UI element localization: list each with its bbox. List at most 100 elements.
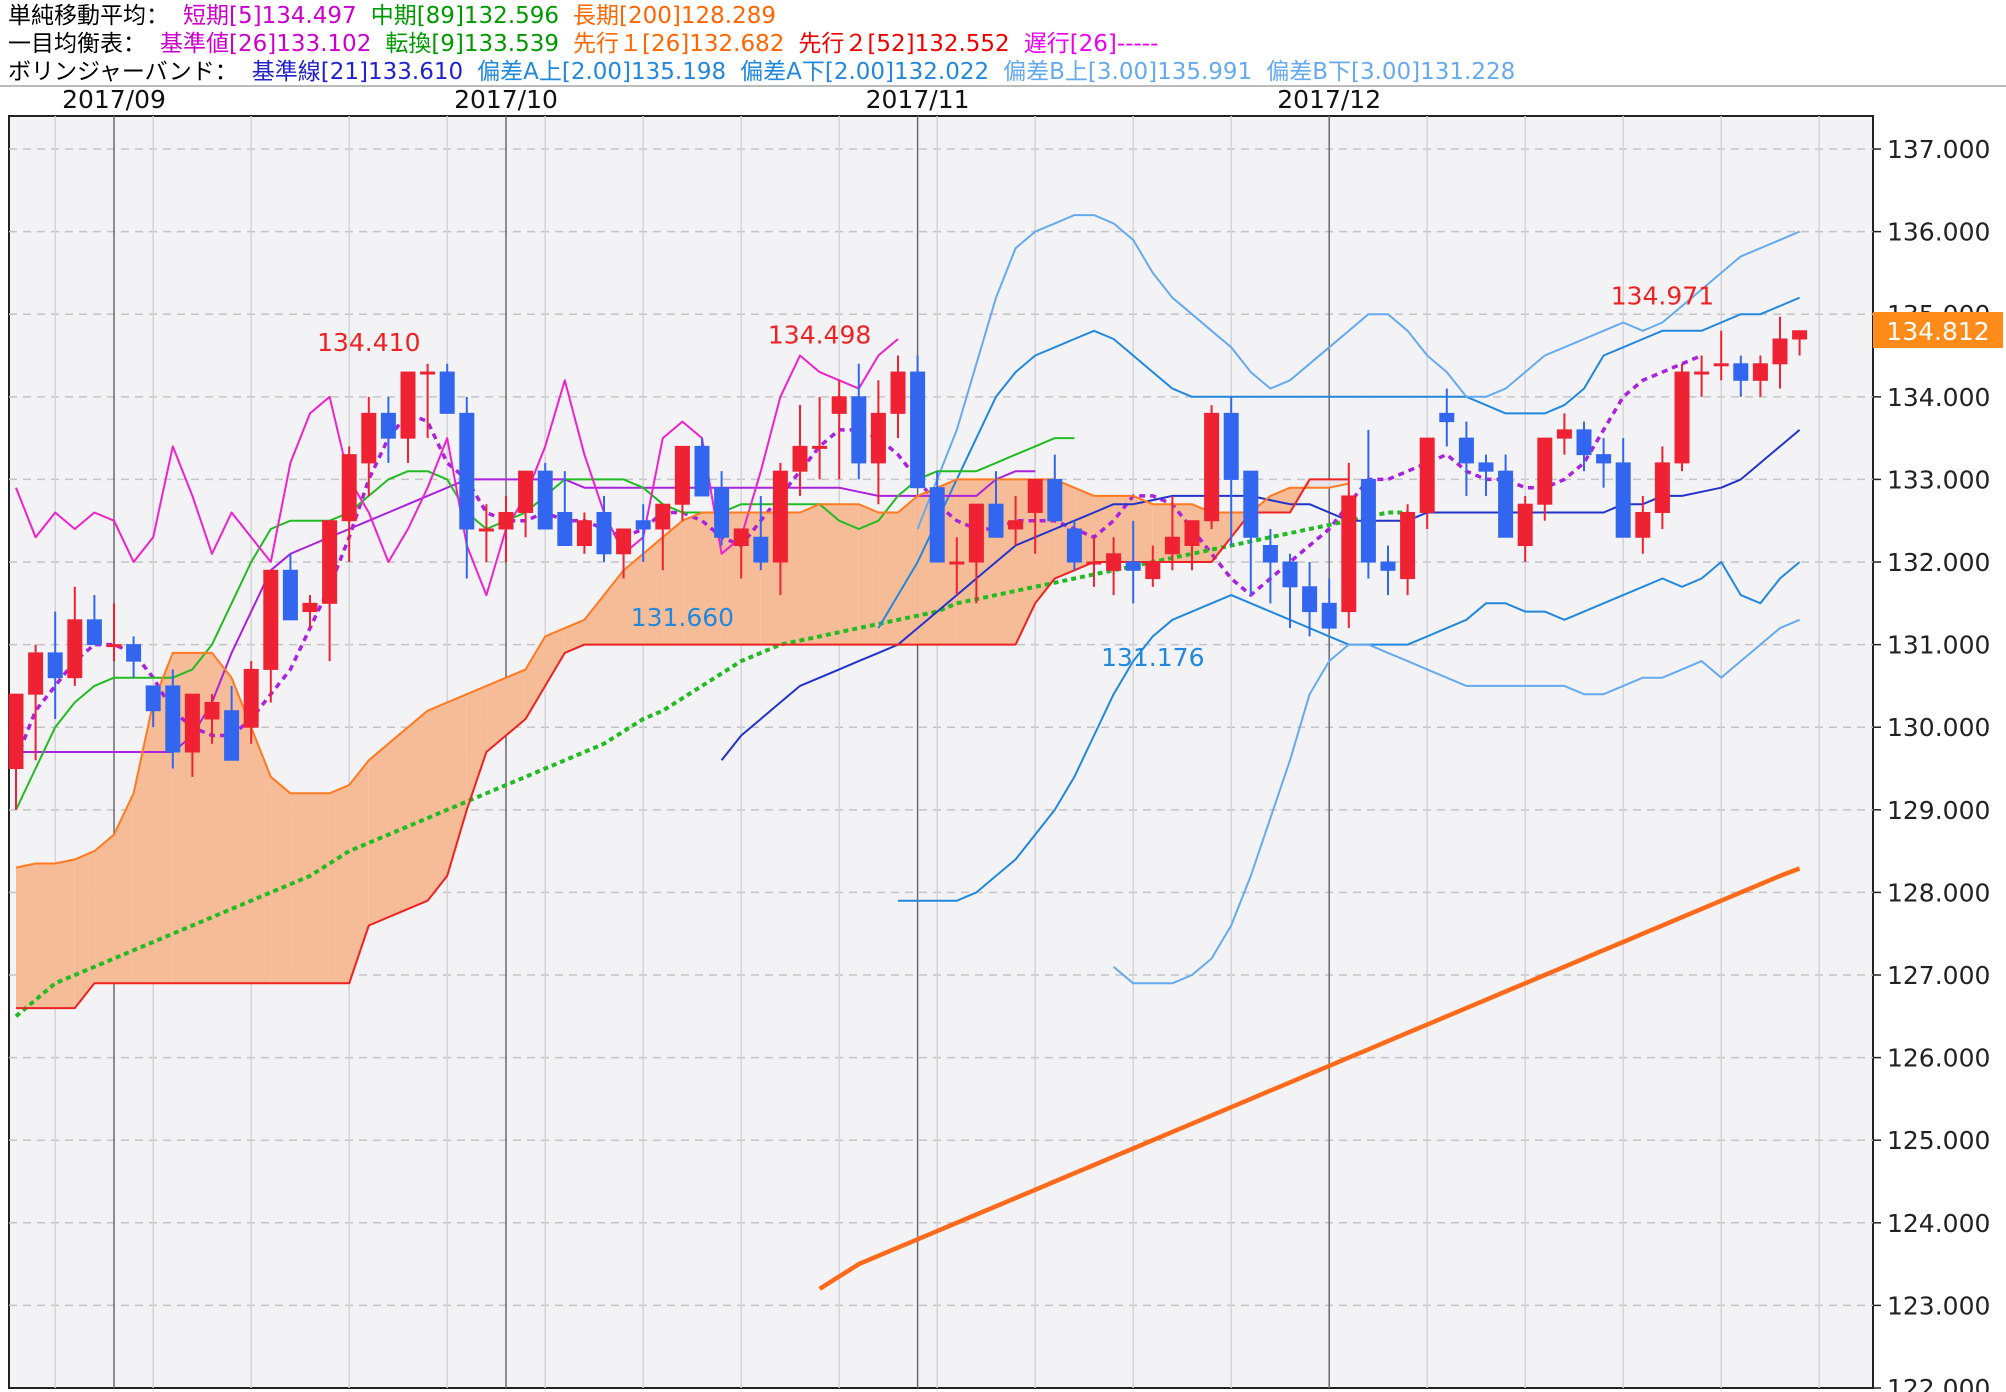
candle-body bbox=[674, 445, 690, 505]
candle-body bbox=[1262, 545, 1278, 563]
cloud-segment bbox=[819, 504, 840, 645]
cloud-segment bbox=[408, 710, 428, 909]
candle-body bbox=[459, 412, 475, 530]
candle-body bbox=[322, 520, 338, 604]
candle-body bbox=[380, 412, 396, 439]
cloud-segment bbox=[1309, 479, 1330, 488]
y-tick-label: 124.000 bbox=[1887, 1209, 1990, 1238]
candle-body bbox=[949, 561, 965, 565]
candle-body bbox=[1772, 338, 1788, 365]
cloud-segment bbox=[898, 495, 918, 645]
candle-body bbox=[341, 454, 357, 522]
candle-body bbox=[106, 644, 122, 648]
candle-body bbox=[655, 503, 671, 530]
candle-body bbox=[400, 371, 416, 439]
y-tick-label: 122.000 bbox=[1887, 1374, 1990, 1392]
candle-body bbox=[733, 528, 749, 547]
candle-body bbox=[1419, 437, 1435, 513]
candle-body bbox=[224, 710, 240, 761]
y-tick-label: 123.000 bbox=[1887, 1291, 1990, 1320]
y-tick-label: 137.000 bbox=[1887, 135, 1990, 164]
candle-body bbox=[263, 569, 279, 670]
price-annotation: 134.498 bbox=[768, 321, 871, 350]
candle-body bbox=[616, 528, 632, 555]
candle-body bbox=[47, 652, 63, 679]
plot-area bbox=[8, 115, 1874, 1389]
month-label: 2017/10 bbox=[454, 85, 558, 114]
candle-body bbox=[1694, 371, 1710, 375]
cloud-segment bbox=[1133, 495, 1153, 563]
candle-body bbox=[67, 619, 83, 679]
candle-body bbox=[812, 445, 828, 449]
candle-body bbox=[635, 520, 651, 530]
candle-body bbox=[1498, 470, 1514, 538]
candle-body bbox=[184, 693, 200, 753]
candle-body bbox=[1204, 412, 1220, 522]
cloud-segment bbox=[800, 504, 820, 645]
candle-body bbox=[1458, 437, 1474, 464]
candle-body bbox=[1556, 429, 1572, 439]
cloud-segment bbox=[427, 702, 448, 901]
candle-body bbox=[1752, 363, 1768, 381]
candle-body bbox=[1517, 503, 1533, 547]
candle-body bbox=[831, 396, 847, 414]
candle-body bbox=[361, 412, 377, 464]
candle-body bbox=[86, 619, 102, 646]
candle-body bbox=[145, 685, 161, 712]
candlestick-chart[interactable]: 134.410 134.498 131.660 131.176 134.971 137.… bbox=[0, 0, 2006, 1392]
candle-body bbox=[1302, 586, 1318, 613]
price-annotation: 131.176 bbox=[1101, 643, 1204, 672]
month-label: 2017/11 bbox=[866, 85, 970, 114]
price-annotation: 134.410 bbox=[317, 328, 420, 357]
candle-body bbox=[126, 644, 142, 662]
candle-body bbox=[478, 528, 494, 532]
candle-body bbox=[1478, 462, 1494, 472]
month-label: 2017/12 bbox=[1277, 85, 1381, 114]
candle-body bbox=[714, 487, 730, 538]
cloud-segment bbox=[310, 793, 330, 984]
candle-body bbox=[1282, 561, 1298, 588]
candle-body bbox=[1360, 478, 1376, 563]
price-annotation: 131.660 bbox=[631, 603, 734, 632]
candle-body bbox=[1674, 371, 1690, 464]
candle-body bbox=[439, 371, 455, 414]
candle-body bbox=[890, 371, 906, 414]
x-axis: 2017/09 2017/10 2017/11 2017/12 bbox=[62, 85, 1381, 114]
candle-body bbox=[204, 701, 220, 720]
candle-body bbox=[518, 470, 534, 513]
candle-body bbox=[8, 693, 24, 770]
candle-body bbox=[1380, 561, 1396, 571]
candle-body bbox=[1164, 536, 1180, 555]
candle-body bbox=[1243, 470, 1259, 538]
y-tick-label: 132.000 bbox=[1887, 548, 1990, 577]
candle-body bbox=[1066, 528, 1082, 563]
candle-body bbox=[557, 511, 573, 547]
candle-body bbox=[1145, 561, 1161, 580]
candle-body bbox=[1792, 330, 1808, 340]
y-tick-label: 129.000 bbox=[1887, 796, 1990, 825]
candle-body bbox=[772, 470, 788, 563]
cloud-segment bbox=[16, 863, 36, 1009]
candle-body bbox=[1596, 454, 1612, 464]
y-tick-label: 136.000 bbox=[1887, 218, 1990, 247]
current-price-label: 134.812 bbox=[1886, 317, 1989, 346]
candle-body bbox=[792, 445, 808, 472]
price-annotation: 134.971 bbox=[1611, 282, 1714, 311]
candle-body bbox=[1106, 553, 1122, 571]
candle-body bbox=[1400, 511, 1416, 580]
candle-body bbox=[498, 511, 514, 530]
candle-body bbox=[1321, 602, 1337, 629]
candle-body bbox=[1125, 561, 1141, 571]
candle-body bbox=[1223, 412, 1239, 480]
candle-body bbox=[1713, 363, 1729, 367]
candle-body bbox=[988, 503, 1004, 538]
candle-body bbox=[1537, 437, 1553, 505]
candle-body bbox=[596, 511, 612, 555]
cloud-segment bbox=[329, 785, 350, 984]
candle-body bbox=[165, 685, 181, 753]
candle-body bbox=[910, 371, 926, 489]
candle-body bbox=[537, 470, 553, 530]
candle-body bbox=[870, 412, 886, 464]
candle-body bbox=[1654, 462, 1670, 513]
candle-body bbox=[1439, 412, 1455, 423]
